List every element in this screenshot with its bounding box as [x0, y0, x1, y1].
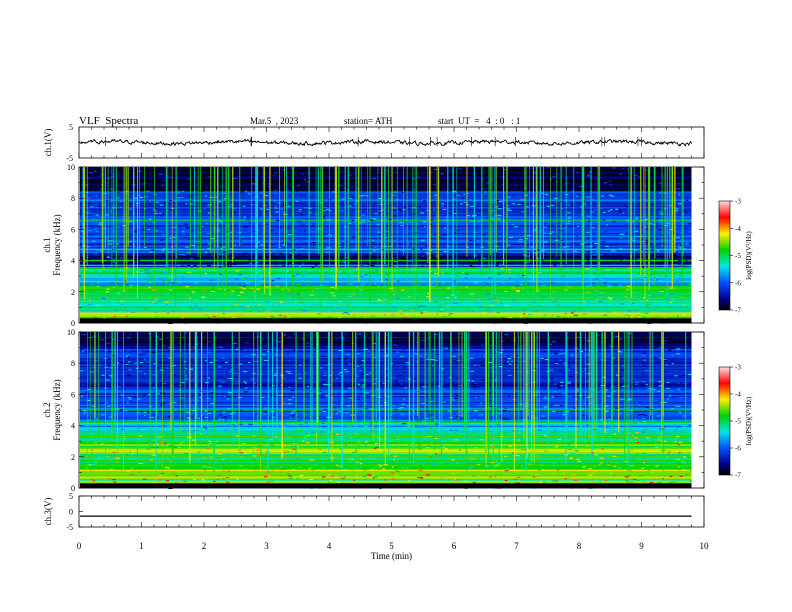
spectrogram-1-ytick-label: 4 — [71, 257, 75, 266]
colorbar-1-tick-label: -4 — [735, 225, 741, 233]
spectrogram-2-ytick-label: 6 — [71, 390, 75, 399]
x-tick-label: 5 — [389, 541, 394, 551]
ch1-waveform-line — [78, 138, 692, 147]
colorbar-1-label: log(PSD)(V²/Hz) — [745, 231, 753, 280]
colorbar-1-tick-label: -5 — [735, 252, 741, 260]
x-tick-label: 6 — [452, 541, 457, 551]
spectrogram-2-ylabel: ch.2 — [42, 402, 52, 417]
spectrogram-2-ytick-label: 10 — [67, 328, 75, 337]
colorbar-1-tick-label: -7 — [735, 307, 741, 315]
spectrogram-2-ytick-label: 4 — [71, 422, 75, 431]
ch3-ylabel: ch.3(V) — [43, 498, 53, 526]
x-tick-label: 2 — [202, 541, 207, 551]
colorbar-2-tick-label: -7 — [735, 472, 741, 480]
ch1-ytick-label: 5 — [69, 123, 73, 132]
colorbar-2-tick-label: -5 — [735, 418, 741, 426]
x-tick-label: 7 — [514, 541, 519, 551]
spectrogram-2-ytick-label: 8 — [71, 359, 75, 368]
colorbar-2-label: log(PSD)(V²/Hz) — [745, 396, 753, 445]
colorbar-2-tick-label: -6 — [735, 445, 741, 453]
colorbar-1-tick-label: -6 — [735, 279, 741, 287]
spectrogram-1-ylabel: Frequency (kHz) — [52, 214, 62, 275]
spectrogram-2-image — [80, 332, 704, 490]
x-tick-label: 0 — [77, 541, 82, 551]
x-tick-label: 4 — [327, 541, 332, 551]
spectrogram-1-ytick-label: 2 — [71, 288, 75, 297]
spectrogram-1-image — [80, 167, 704, 324]
ch3-waveform-trace — [80, 515, 692, 517]
x-axis-label: Time (min) — [371, 551, 412, 561]
ch1-ylabel: ch.1(V) — [43, 129, 53, 157]
vlf-spectra-figure: 0246810ch.1 Frequency (kHz)-3-4-5-6-7log(… — [42, 123, 753, 561]
ch1-ytick-label: -5 — [66, 154, 73, 163]
spectrogram-1-ytick-label: 8 — [71, 194, 75, 203]
spectrogram-1-ylabel: ch.1 — [42, 237, 52, 252]
ch3-ytick-label: 5 — [69, 492, 73, 501]
spectrogram-1-ytick-label: 6 — [71, 225, 75, 234]
spectrogram-1-ytick-label: 10 — [67, 163, 75, 172]
colorbar-1 — [718, 200, 731, 311]
spectrogram-2-ytick-label: 2 — [71, 453, 75, 462]
x-tick-label: 8 — [577, 541, 582, 551]
x-tick-label: 9 — [639, 541, 644, 551]
x-tick-label: 10 — [700, 541, 710, 551]
x-tick-label: 3 — [264, 541, 269, 551]
x-tick-label: 1 — [139, 541, 144, 551]
colorbar-2-tick-label: -4 — [735, 391, 741, 399]
colorbar-2 — [718, 366, 731, 476]
spectrogram-2-ylabel: Frequency (kHz) — [52, 379, 62, 440]
colorbar-1-tick-label: -3 — [735, 198, 741, 206]
ch3-ytick-label: -5 — [66, 523, 73, 532]
spectrogram-1-ytick-label: 0 — [71, 319, 75, 328]
ch3-ytick-label: 0 — [69, 508, 73, 517]
colorbar-2-tick-label: -3 — [735, 364, 741, 372]
